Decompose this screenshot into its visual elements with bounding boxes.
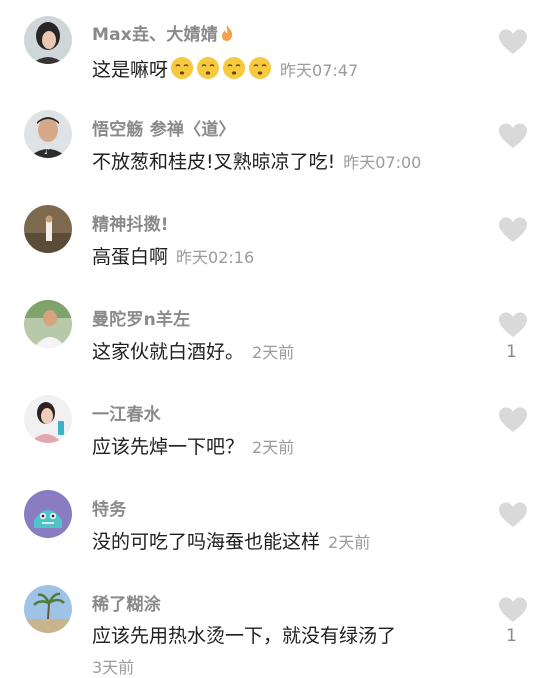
sleepy-face-emoji-icon	[170, 56, 194, 80]
comment-text: 不放葱和桂皮!叉熟晾凉了吃! 昨天07:00	[92, 150, 421, 175]
comment-time: 2天前	[252, 438, 295, 457]
like-count: 1	[506, 626, 517, 646]
like-button[interactable]	[498, 596, 528, 624]
avatar[interactable]	[24, 16, 72, 64]
like-count: 1	[506, 342, 517, 362]
like-button[interactable]	[498, 501, 528, 529]
fire-icon	[220, 24, 234, 42]
heart-icon	[499, 312, 527, 337]
username[interactable]: 曼陀罗n羊左	[92, 305, 190, 330]
like-button[interactable]	[498, 311, 528, 339]
heart-icon	[499, 597, 527, 622]
heart-icon	[499, 123, 527, 148]
username[interactable]: 稀了糊涂	[92, 590, 161, 615]
heart-icon	[499, 407, 527, 432]
username[interactable]: Max垚、大婧婧	[92, 20, 234, 45]
comment-time: 2天前	[328, 533, 371, 552]
avatar[interactable]	[24, 205, 72, 253]
comment-time: 3天前	[92, 658, 135, 677]
comment-text: 应该先焯一下吧？ 2天前	[92, 435, 294, 460]
like-button[interactable]	[498, 28, 528, 56]
sleepy-face-emoji-icon	[222, 56, 246, 80]
comment-text: 高蛋白啊 昨天02:16	[92, 245, 254, 270]
comment-text-content: 应该先焯一下吧？	[92, 436, 245, 458]
sleepy-face-emoji-icon	[196, 56, 220, 80]
heart-icon	[499, 217, 527, 242]
comment-text: 这是嘛呀 昨天07:47	[92, 56, 358, 83]
like-button[interactable]	[498, 406, 528, 434]
username-text: Max垚、大婧婧	[92, 25, 218, 45]
username[interactable]: 特务	[92, 495, 126, 520]
avatar[interactable]: ♪	[24, 110, 72, 158]
avatar[interactable]	[24, 490, 72, 538]
comment-time: 昨天07:00	[343, 153, 422, 172]
comment-text-content: 这是嘛呀	[92, 59, 169, 81]
heart-icon	[499, 29, 527, 54]
username[interactable]: 悟空觞 参禅〈道〉	[92, 115, 236, 140]
comment-time: 昨天07:47	[280, 61, 359, 80]
like-button[interactable]	[498, 216, 528, 244]
comment-time: 2天前	[252, 343, 295, 362]
comment-text: 没的可吃了吗海蚕也能这样 2天前	[92, 530, 370, 555]
avatar[interactable]	[24, 585, 72, 633]
comment-text: 应该先用热水烫一下，就没有绿汤了	[92, 624, 396, 648]
username[interactable]: 一江春水	[92, 400, 161, 425]
like-button[interactable]	[498, 122, 528, 150]
avatar[interactable]	[24, 300, 72, 348]
comment-text-content: 不放葱和桂皮!叉熟晾凉了吃!	[92, 151, 336, 173]
comment-text-content: 这家伙就白酒好。	[92, 341, 245, 363]
avatar[interactable]	[24, 395, 72, 443]
comment-text-content: 没的可吃了吗海蚕也能这样	[92, 531, 321, 553]
heart-icon	[499, 502, 527, 527]
comment-time: 昨天02:16	[176, 248, 255, 267]
username[interactable]: 精神抖擞!	[92, 210, 169, 235]
comment-text: 这家伙就白酒好。 2天前	[92, 340, 294, 365]
sleepy-face-emoji-icon	[248, 56, 272, 80]
comment-text-content: 高蛋白啊	[92, 246, 169, 268]
comment-text-content: 应该先用热水烫一下，就没有绿汤了	[92, 625, 397, 647]
svg-text:♪: ♪	[44, 147, 50, 157]
